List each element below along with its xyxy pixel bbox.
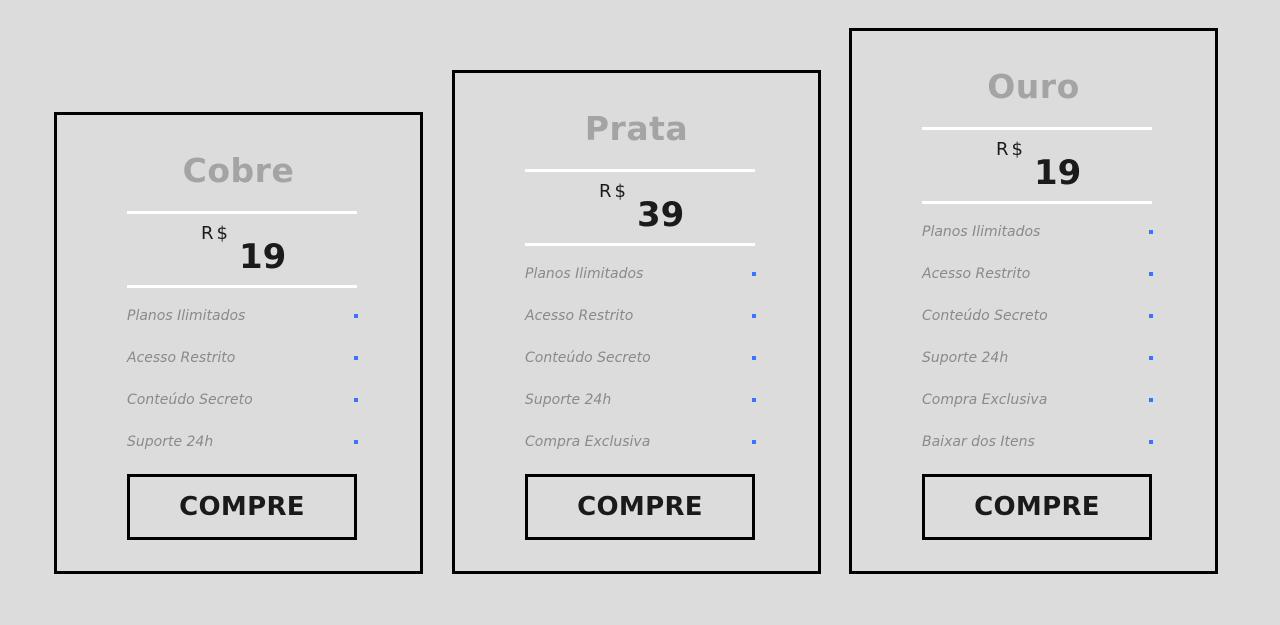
- feature-item: Conteúdo Secreto: [525, 347, 757, 389]
- feature-item: Suporte 24h: [525, 389, 757, 431]
- square-bullet-icon: [1149, 272, 1153, 276]
- price-block: R$ 19: [57, 223, 420, 283]
- feature-list: Planos Ilimitados Acesso Restrito Conteú…: [127, 305, 359, 473]
- buy-button[interactable]: COMPRE: [127, 474, 357, 540]
- square-bullet-icon: [752, 398, 756, 402]
- square-bullet-icon: [354, 314, 358, 318]
- plan-title: Cobre: [182, 151, 295, 190]
- price-amount: 19: [1034, 153, 1082, 193]
- price-block: R$ 19: [852, 139, 1215, 199]
- feature-label: Acesso Restrito: [127, 350, 236, 366]
- divider-bottom: [525, 243, 755, 246]
- pricing-card-ouro: Ouro R$ 19 Planos Ilimitados Acesso Rest…: [849, 28, 1218, 574]
- divider-top: [127, 211, 357, 214]
- square-bullet-icon: [354, 356, 358, 360]
- plan-title: Prata: [584, 109, 689, 148]
- feature-label: Baixar dos Itens: [922, 434, 1035, 450]
- divider-bottom: [922, 201, 1152, 204]
- feature-label: Conteúdo Secreto: [127, 392, 253, 408]
- square-bullet-icon: [1149, 356, 1153, 360]
- feature-item: Planos Ilimitados: [525, 263, 757, 305]
- pricing-card-cobre: Cobre R$ 19 Planos Ilimitados Acesso Res…: [54, 112, 423, 574]
- feature-label: Suporte 24h: [525, 392, 612, 408]
- buy-button[interactable]: COMPRE: [525, 474, 755, 540]
- pricing-card-prata: Prata R$ 39 Planos Ilimitados Acesso Res…: [452, 70, 821, 574]
- square-bullet-icon: [752, 440, 756, 444]
- square-bullet-icon: [752, 356, 756, 360]
- feature-item: Acesso Restrito: [127, 347, 359, 389]
- price-block: R$ 39: [455, 181, 818, 241]
- currency-symbol: R$: [201, 223, 231, 244]
- square-bullet-icon: [1149, 398, 1153, 402]
- feature-label: Compra Exclusiva: [922, 392, 1048, 408]
- feature-item: Acesso Restrito: [525, 305, 757, 347]
- feature-item: Conteúdo Secreto: [127, 389, 359, 431]
- feature-label: Acesso Restrito: [922, 266, 1031, 282]
- square-bullet-icon: [1149, 440, 1153, 444]
- feature-item: Compra Exclusiva: [525, 431, 757, 473]
- square-bullet-icon: [1149, 230, 1153, 234]
- feature-item: Suporte 24h: [127, 431, 359, 473]
- feature-item: Baixar dos Itens: [922, 431, 1154, 473]
- price-amount: 39: [637, 195, 685, 235]
- feature-label: Planos Ilimitados: [127, 308, 246, 324]
- square-bullet-icon: [752, 272, 756, 276]
- feature-list: Planos Ilimitados Acesso Restrito Conteú…: [922, 221, 1154, 473]
- feature-label: Suporte 24h: [922, 350, 1009, 366]
- feature-label: Acesso Restrito: [525, 308, 634, 324]
- divider-top: [922, 127, 1152, 130]
- feature-item: Planos Ilimitados: [127, 305, 359, 347]
- plan-title: Ouro: [987, 67, 1080, 106]
- feature-label: Compra Exclusiva: [525, 434, 651, 450]
- divider-top: [525, 169, 755, 172]
- feature-item: Acesso Restrito: [922, 263, 1154, 305]
- currency-symbol: R$: [599, 181, 629, 202]
- currency-symbol: R$: [996, 139, 1026, 160]
- square-bullet-icon: [354, 398, 358, 402]
- feature-label: Planos Ilimitados: [922, 224, 1041, 240]
- feature-item: Suporte 24h: [922, 347, 1154, 389]
- buy-button[interactable]: COMPRE: [922, 474, 1152, 540]
- square-bullet-icon: [1149, 314, 1153, 318]
- feature-label: Conteúdo Secreto: [525, 350, 651, 366]
- feature-label: Conteúdo Secreto: [922, 308, 1048, 324]
- feature-item: Planos Ilimitados: [922, 221, 1154, 263]
- feature-label: Planos Ilimitados: [525, 266, 644, 282]
- feature-label: Suporte 24h: [127, 434, 214, 450]
- feature-item: Compra Exclusiva: [922, 389, 1154, 431]
- square-bullet-icon: [752, 314, 756, 318]
- square-bullet-icon: [354, 440, 358, 444]
- feature-item: Conteúdo Secreto: [922, 305, 1154, 347]
- feature-list: Planos Ilimitados Acesso Restrito Conteú…: [525, 263, 757, 473]
- price-amount: 19: [239, 237, 287, 277]
- divider-bottom: [127, 285, 357, 288]
